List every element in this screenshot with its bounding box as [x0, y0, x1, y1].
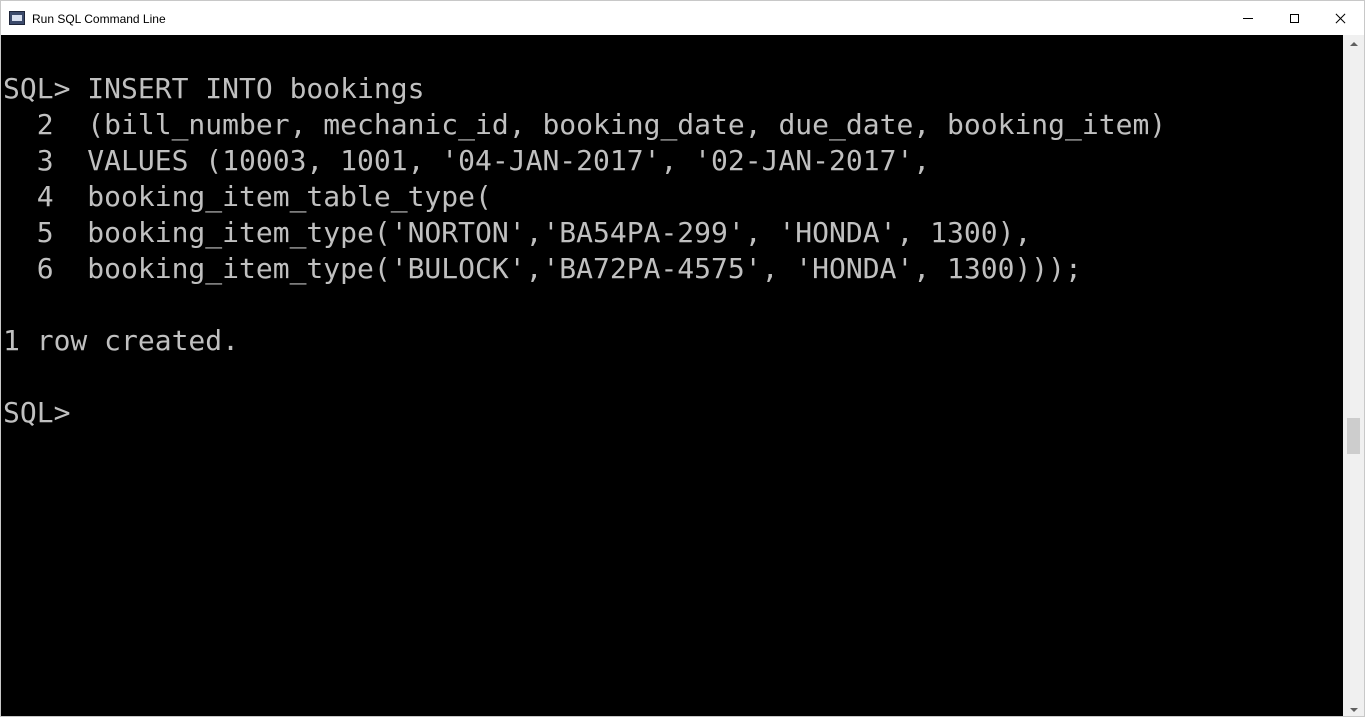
minimize-icon	[1243, 17, 1253, 19]
sql-command-line-window: Run SQL Command Line SQL> INSERT INTO bo…	[0, 0, 1365, 717]
sql-command-line-icon[interactable]	[9, 11, 25, 25]
maximize-button[interactable]	[1271, 1, 1317, 35]
minimize-button[interactable]	[1225, 1, 1271, 35]
window-title: Run SQL Command Line	[32, 12, 166, 26]
console-line: SQL> INSERT INTO bookings	[3, 72, 425, 105]
scroll-up-button[interactable]	[1343, 35, 1364, 52]
scroll-down-button[interactable]	[1343, 701, 1364, 716]
console-line: 5 booking_item_type('NORTON','BA54PA-299…	[3, 216, 1032, 249]
console-line: 2 (bill_number, mechanic_id, booking_dat…	[3, 108, 1167, 141]
vertical-scrollbar[interactable]	[1343, 35, 1364, 716]
console-line: 4 booking_item_table_type(	[3, 180, 492, 213]
console-line: 3 VALUES (10003, 1001, '04-JAN-2017', '0…	[3, 144, 931, 177]
console-output[interactable]: SQL> INSERT INTO bookings 2 (bill_number…	[1, 35, 1343, 716]
scroll-down-arrow-icon	[1349, 707, 1358, 712]
scroll-up-arrow-icon	[1349, 41, 1358, 46]
sql-prompt: SQL>	[3, 396, 71, 429]
title-bar[interactable]: Run SQL Command Line	[1, 1, 1364, 35]
close-button[interactable]	[1317, 1, 1363, 35]
maximize-icon	[1289, 13, 1299, 23]
console-line: 1 row created.	[3, 324, 240, 357]
console-line: 6 booking_item_type('BULOCK','BA72PA-457…	[3, 252, 1082, 285]
close-icon	[1335, 13, 1346, 24]
scroll-thumb[interactable]	[1347, 418, 1360, 454]
